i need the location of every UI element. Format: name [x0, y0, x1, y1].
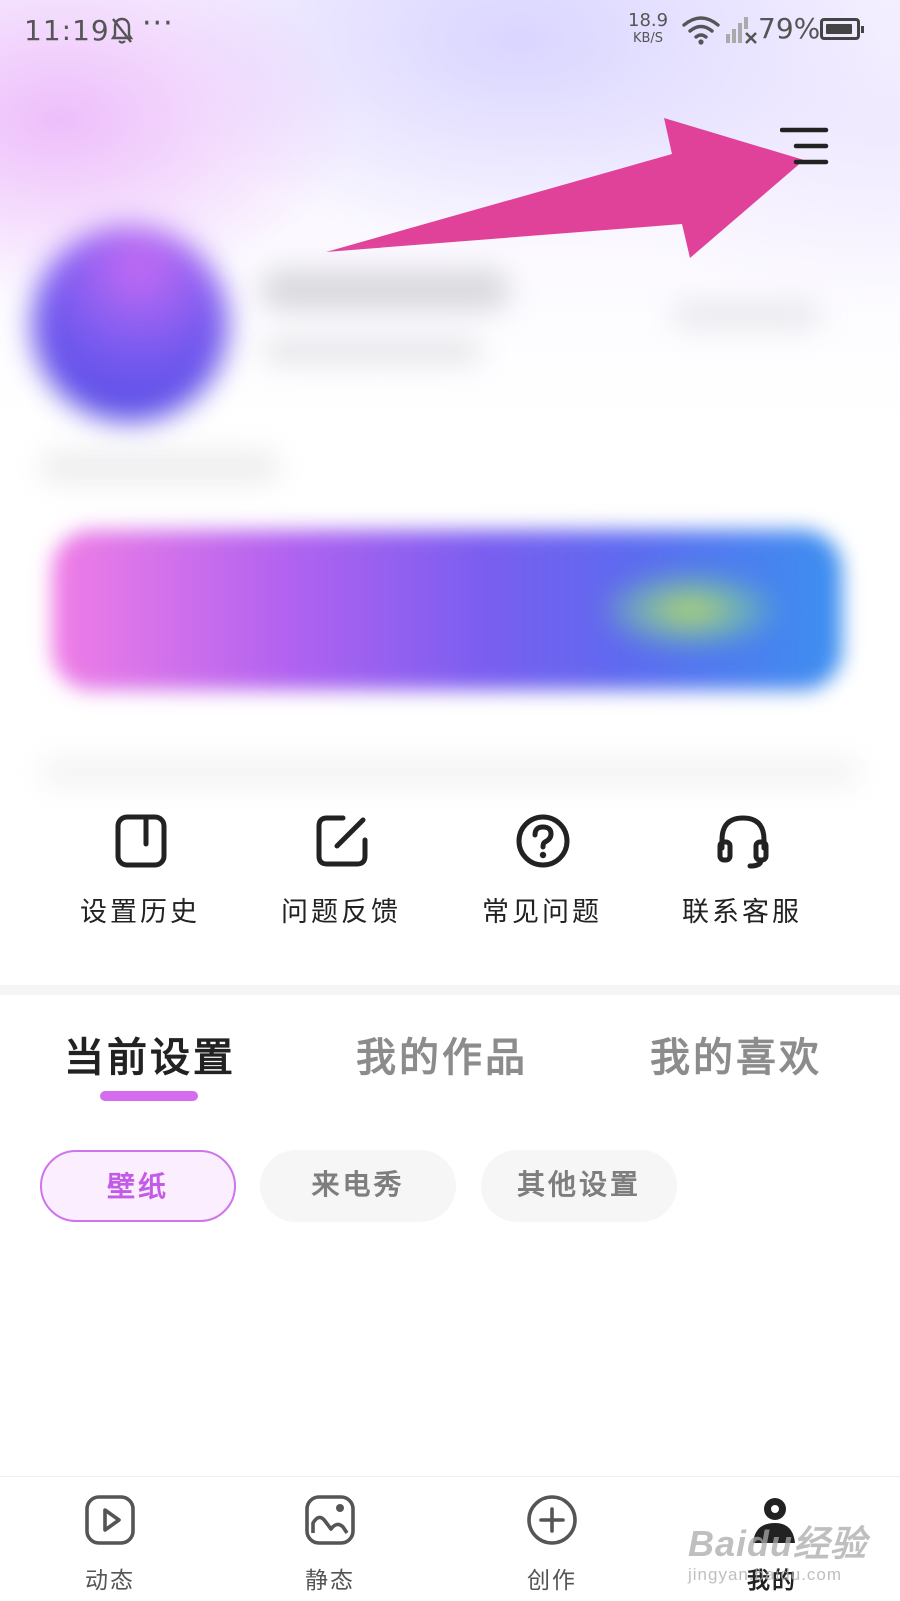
- quick-action-feedback[interactable]: 问题反馈: [241, 812, 441, 952]
- play-icon: [85, 1495, 135, 1545]
- blurred-right-info: [672, 300, 822, 330]
- section-divider: [0, 985, 900, 995]
- question-icon: [516, 814, 570, 868]
- battery-percent: 79%: [758, 12, 821, 45]
- nav-create-label: 创作: [527, 1568, 577, 1594]
- watermark-main: Baidu经验: [688, 1523, 868, 1564]
- status-bar: 11:19 ··· 18.9 KB/S 79%: [0, 0, 900, 64]
- quick-action-faq-label: 常见问题: [482, 897, 602, 928]
- headset-icon: [717, 815, 769, 869]
- image-icon: [305, 1495, 355, 1545]
- feedback-edit-icon: [316, 815, 368, 867]
- net-speed-unit: KB/S: [632, 31, 664, 46]
- wifi-icon: [682, 16, 720, 45]
- quick-action-support[interactable]: 联系客服: [642, 812, 842, 952]
- blurred-stats-row: [40, 760, 860, 784]
- menu-button[interactable]: [779, 124, 832, 172]
- quick-action-faq[interactable]: 常见问题: [442, 812, 642, 952]
- nav-static[interactable]: 静态: [270, 1477, 390, 1601]
- vip-banner-glow: [600, 570, 780, 650]
- status-time: 11:19: [24, 14, 110, 47]
- blurred-username: [260, 270, 510, 310]
- chip-caller-show[interactable]: 来电秀: [260, 1150, 456, 1222]
- nav-dynamic[interactable]: 动态: [50, 1477, 170, 1601]
- net-speed-value: 18.9: [628, 10, 669, 31]
- tab-current-settings[interactable]: 当前设置: [64, 1025, 236, 1083]
- blurred-user-info: [262, 338, 482, 364]
- blurred-signature: [40, 452, 280, 482]
- battery-icon: [820, 18, 864, 40]
- avatar[interactable]: [32, 226, 228, 422]
- nav-create[interactable]: 创作: [492, 1477, 612, 1601]
- quick-action-history-label: 设置历史: [80, 897, 200, 928]
- quick-actions: 设置历史 问题反馈 常见问题 联系客服: [0, 812, 900, 972]
- annotation-arrow-icon: [326, 118, 804, 258]
- quick-action-feedback-label: 问题反馈: [281, 897, 401, 928]
- tab-my-likes[interactable]: 我的喜欢: [650, 1025, 822, 1083]
- quick-action-history[interactable]: 设置历史: [40, 812, 240, 952]
- network-speed: 18.9 KB/S: [628, 10, 669, 46]
- signal-no-service-icon: [726, 17, 757, 44]
- quick-action-support-label: 联系客服: [682, 897, 802, 928]
- nav-dynamic-label: 动态: [85, 1568, 135, 1594]
- history-icon: [115, 814, 167, 868]
- nav-static-label: 静态: [305, 1568, 355, 1594]
- hamburger-menu-icon: [779, 127, 829, 165]
- active-tab-indicator: [100, 1091, 198, 1101]
- baidu-watermark: Baidu经验 jingyan.baidu.com: [688, 1515, 867, 1585]
- tab-my-works[interactable]: 我的作品: [356, 1025, 528, 1083]
- plus-circle-icon: [527, 1495, 577, 1545]
- chip-other-settings[interactable]: 其他设置: [481, 1150, 677, 1222]
- chip-wallpaper[interactable]: 壁纸: [40, 1150, 236, 1222]
- bell-muted-icon: [110, 17, 134, 44]
- status-more-dots: ···: [142, 6, 174, 41]
- watermark-sub: jingyan.baidu.com: [688, 1565, 843, 1584]
